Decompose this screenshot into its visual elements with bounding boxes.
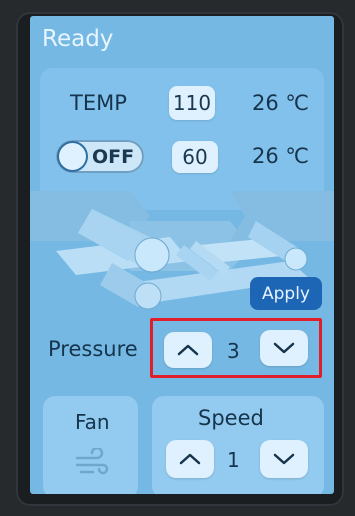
apply-button[interactable]: Apply (250, 277, 322, 310)
background-band (230, 191, 334, 241)
temp-label: TEMP (70, 91, 127, 115)
fan-wind-icon (75, 448, 109, 475)
heater-toggle[interactable]: OFF (56, 140, 144, 173)
toggle-label: OFF (92, 146, 135, 168)
temp-setpoint-2[interactable]: 60 (172, 141, 218, 173)
speed-label: Speed (198, 406, 264, 430)
fan-label: Fan (75, 410, 110, 434)
temp-reading-2: 26 ℃ (252, 144, 309, 168)
fan-button[interactable]: Fan (43, 396, 138, 494)
pressure-highlight-box (150, 318, 322, 378)
speed-value: 1 (227, 448, 240, 472)
temp-setpoint-1[interactable]: 110 (169, 86, 215, 120)
temp-reading-1: 26 ℃ (252, 91, 309, 115)
speed-increase-button[interactable] (166, 440, 214, 478)
status-text: Ready (42, 26, 114, 52)
toggle-knob (59, 143, 86, 170)
chevron-up-icon (179, 453, 201, 465)
touch-screen: Ready TEMP 110 26 ℃ OFF 60 26 ℃ Apply Pr… (30, 16, 334, 494)
pressure-label: Pressure (48, 337, 138, 361)
chevron-down-icon (273, 453, 295, 465)
speed-decrease-button[interactable] (260, 440, 308, 478)
